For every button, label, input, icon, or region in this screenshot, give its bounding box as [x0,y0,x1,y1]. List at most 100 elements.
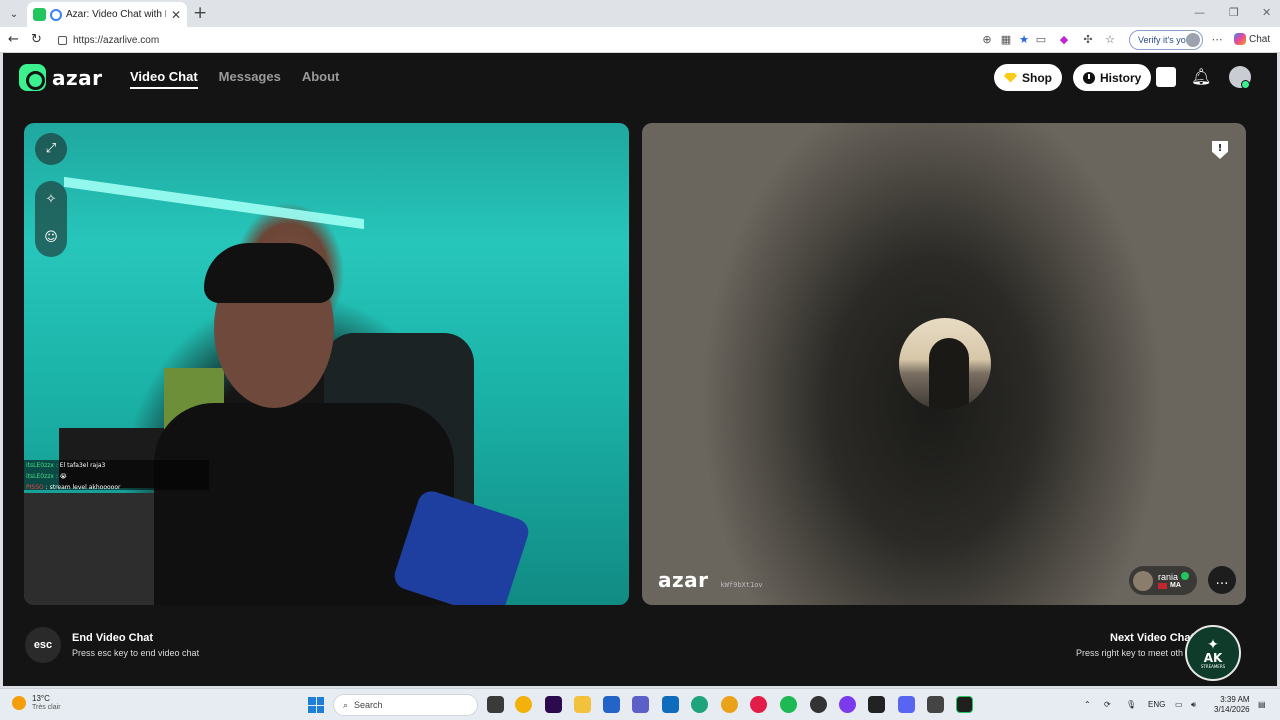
eagle-icon: ✦ [1207,636,1219,653]
camera-icon[interactable]: ▭ [1034,33,1048,47]
ceiling-led-light [64,123,364,230]
nav-video-chat[interactable]: Video Chat [130,69,198,89]
premiere-icon[interactable] [545,696,562,713]
task-view-icon[interactable] [487,696,504,713]
report-shield-icon[interactable]: ! [1212,141,1228,159]
store-icon[interactable] [603,696,620,713]
back-icon[interactable]: ← [8,32,19,47]
history-button[interactable]: History [1073,64,1152,91]
file-explorer-icon[interactable] [574,696,591,713]
url-field[interactable]: https://azarlive.com [50,30,970,50]
history-label: History [1100,70,1142,85]
verify-label: Verify it's you [1138,35,1191,45]
extension-icon[interactable]: ◆ [1057,33,1071,47]
reader-mode-icon[interactable]: ⊕ [980,33,994,47]
browser-window: ⌄ Azar: Video Chat with New Pe ✕ + — ❐ ✕… [0,0,1280,720]
gem-icon [1004,72,1017,83]
azar-logo-text: azar [52,65,103,90]
clock-date: 3/14/2026 [1214,705,1250,714]
spotify-icon[interactable] [780,696,797,713]
expand-icon[interactable]: ⤢ [43,141,59,157]
extensions-icon[interactable]: ✣ [1081,33,1095,47]
clock-icon [1083,71,1095,84]
chrome-2-icon[interactable] [721,696,738,713]
background-shelf [24,493,154,605]
remote-video: ! azar kWf9bXt1ov rania MA … [642,123,1246,605]
favorite-star-icon[interactable]: ★ [1017,33,1031,47]
address-bar: ← ↻ https://azarlive.com ⊕ ▦ ★ ▭ ◆ ✣ ☆ V… [0,27,1280,53]
photo-silhouette [929,338,969,410]
apps-icon[interactable]: ▦ [999,33,1013,47]
more-menu-icon[interactable]: ⋯ [1210,33,1224,47]
minimize-icon[interactable]: — [1194,6,1205,19]
teams-icon[interactable] [632,696,649,713]
microphone-icon[interactable]: 🎙︎ [1126,700,1136,709]
azar-watermark: azar kWf9bXt1ov [658,568,763,592]
bell-icon[interactable]: 🔔︎ [1191,67,1211,87]
discord-icon[interactable] [898,696,915,713]
start-icon[interactable] [308,697,324,713]
weather-widget[interactable]: 13°C Très clair [12,694,61,712]
restore-icon[interactable]: ❐ [1229,6,1239,19]
outlook-icon[interactable] [662,696,679,713]
partner-country: MA [1170,582,1181,589]
online-status-dot [1241,80,1250,89]
weather-sun-icon [12,696,26,710]
end-chat-hint: Press esc key to end video chat [72,648,200,658]
end-chat-button[interactable]: esc [25,627,61,663]
watermark-id: kWf9bXt1ov [720,581,763,589]
app-square-icon[interactable] [927,696,944,713]
show-hidden-icons[interactable]: ⌃ [1084,700,1091,709]
close-window-icon[interactable]: ✕ [1262,6,1271,19]
magic-wand-icon[interactable]: ✧ [43,192,59,208]
chat-line: PISSO : stream level akhooooor [26,484,121,491]
ak-badge-sub: STREAMERS [1200,663,1226,669]
new-tab-icon[interactable]: + [193,4,207,22]
partner-name: rania [1158,572,1179,582]
terminal-icon[interactable] [868,696,885,713]
next-chat-title: Next Video Chat [1110,632,1195,644]
volume-icon[interactable]: 🔊︎ [1191,700,1196,710]
edge-icon[interactable] [691,696,708,713]
next-chat-hint: Press right key to meet oth [1076,648,1184,658]
morocco-flag-icon [1158,582,1167,589]
nav-messages[interactable]: Messages [219,69,281,89]
tab-strip: ⌄ Azar: Video Chat with New Pe ✕ + — ❐ ✕ [0,0,1280,27]
reload-icon[interactable]: ↻ [31,32,42,47]
clock-time: 3:39 AM [1220,695,1250,704]
sticker-icon[interactable]: ☺ [43,230,59,246]
person-hair [204,243,334,303]
local-video: ⤢ ✧ ☺ itsLE0zzx : El tafa3el raja3 itsLE… [24,123,629,605]
app-circle-icon[interactable] [839,696,856,713]
shop-button[interactable]: Shop [994,64,1062,91]
opera-icon[interactable] [750,696,767,713]
expand-control: ⤢ [35,133,67,165]
chrome-icon[interactable] [515,696,532,713]
watermark-logo: azar [658,568,709,592]
verify-identity-button[interactable]: Verify it's you [1129,30,1203,50]
azar-logo[interactable]: azar [19,64,103,91]
sync-icon[interactable]: ⟳ [1104,700,1111,709]
notification-icon[interactable]: ▤ [1258,700,1266,709]
streaming-app-icon[interactable] [956,696,973,713]
obs-icon[interactable] [810,696,827,713]
copilot-chat-button[interactable]: Chat [1234,33,1270,45]
close-tab-icon[interactable]: ✕ [171,8,181,22]
search-placeholder: Search [354,700,383,710]
inbox-icon[interactable] [1156,67,1176,87]
browser-tab[interactable]: Azar: Video Chat with New Pe ✕ [27,2,187,27]
shop-label: Shop [1022,70,1052,85]
network-icon[interactable]: ▭ [1175,700,1183,709]
azar-page: azar Video Chat Messages About Shop Hist… [3,53,1277,686]
partner-country-row: MA [1158,582,1189,589]
nav-about[interactable]: About [302,69,340,89]
partner-info[interactable]: rania MA [1129,566,1198,595]
message-bubble-icon[interactable]: … [1208,566,1236,594]
tab-actions-icon[interactable]: ⌄ [5,5,23,23]
search-icon: ⌕ [343,699,349,710]
favorites-icon[interactable]: ☆ [1103,33,1117,47]
system-clock[interactable]: 3:39 AM 3/14/2026 [1214,695,1250,715]
chat-label: Chat [1249,33,1271,45]
language-indicator[interactable]: ENG [1148,700,1165,709]
taskbar-search[interactable]: ⌕ Search [333,694,478,716]
